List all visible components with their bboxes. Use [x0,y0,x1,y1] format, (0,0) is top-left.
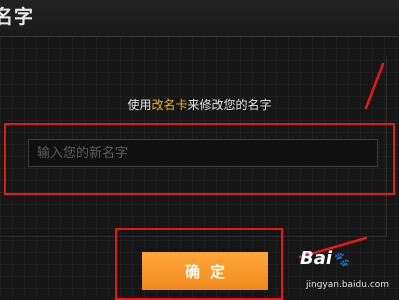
baidu-logo-text: Bai [300,248,333,269]
watermark-url: jingyan.baidu.com [306,280,390,290]
paw-icon: 🐾 [332,252,350,268]
rename-screen: 名字 使用改名卡来修改您的名字 确定 Bai🐾 jingyan.baidu.co… [0,0,399,300]
annotation-arrow-input [364,62,385,110]
baidu-logo: Bai🐾 [300,248,349,269]
baidu-watermark: Bai🐾 jingyan.baidu.com [300,248,396,298]
